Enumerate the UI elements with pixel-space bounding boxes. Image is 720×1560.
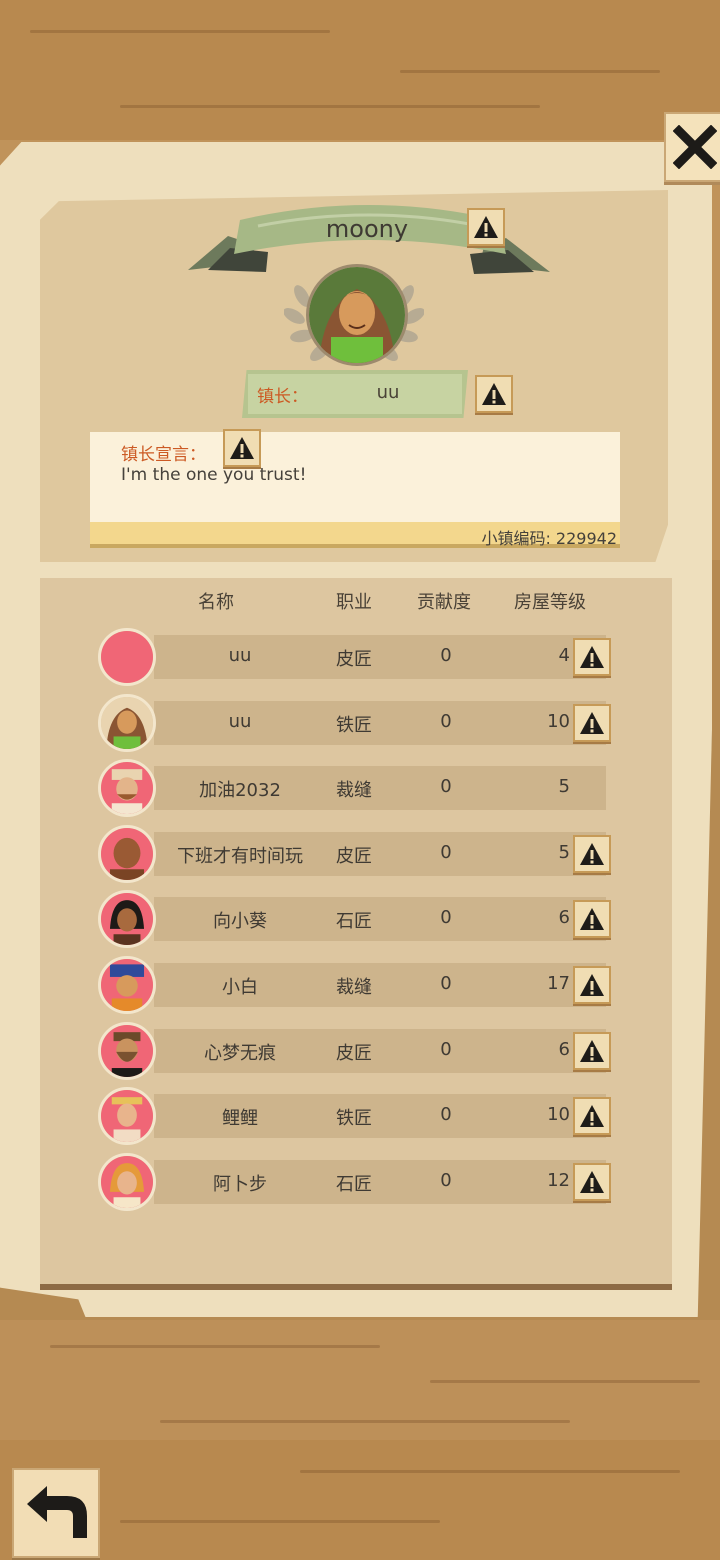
warning-icon — [580, 843, 604, 865]
close-icon — [673, 125, 717, 169]
warning-icon — [580, 1171, 604, 1193]
member-name: 鲤鲤 — [222, 1108, 258, 1129]
member-avatar[interactable] — [98, 759, 156, 817]
manifesto-text: I'm the one you trust! — [121, 465, 307, 485]
cap-man-icon — [101, 762, 153, 814]
report-member-button[interactable] — [573, 1097, 611, 1135]
member-house-level: 5 — [558, 842, 570, 863]
member-contribution: 0 — [440, 842, 452, 863]
member-avatar[interactable] — [98, 890, 156, 948]
warning-icon — [474, 216, 498, 238]
close-button[interactable] — [664, 112, 720, 182]
member-avatar[interactable] — [98, 1022, 156, 1080]
bearded-man-icon — [101, 1025, 153, 1077]
mayor-avatar — [306, 264, 408, 366]
member-contribution: 0 — [440, 1039, 452, 1060]
member-job: 裁缝 — [336, 780, 372, 801]
member-house-level: 4 — [558, 645, 570, 666]
report-member-button[interactable] — [573, 1032, 611, 1070]
warning-icon — [482, 383, 506, 405]
member-contribution: 0 — [440, 645, 452, 666]
member-name: uu — [228, 711, 252, 732]
member-job: 皮匠 — [336, 649, 372, 670]
report-member-button[interactable] — [573, 638, 611, 676]
member-job: 铁匠 — [336, 715, 372, 736]
member-name: 下班才有时间玩 — [177, 846, 303, 867]
warning-icon — [580, 1105, 604, 1127]
member-house-level: 6 — [558, 907, 570, 928]
member-avatar[interactable] — [98, 694, 156, 752]
member-name: 向小葵 — [213, 911, 267, 932]
curly-hair-woman-icon — [101, 697, 153, 749]
member-house-level: 12 — [547, 1170, 570, 1191]
mayor-name: uu — [376, 382, 400, 403]
report-member-button[interactable] — [573, 1163, 611, 1201]
member-name: uu — [228, 645, 252, 666]
report-mayor-button[interactable] — [475, 375, 513, 413]
member-name: 阿卜步 — [213, 1174, 267, 1195]
member-avatar[interactable] — [98, 628, 156, 686]
column-header-job: 职业 — [336, 592, 372, 613]
column-header-house-level: 房屋等级 — [514, 592, 586, 613]
town-code: 小镇编码: 229942 — [481, 529, 617, 548]
warning-icon — [580, 1040, 604, 1062]
report-member-button[interactable] — [573, 900, 611, 938]
column-header-contribution: 贡献度 — [417, 592, 471, 613]
warning-icon — [580, 646, 604, 668]
member-house-level: 5 — [558, 776, 570, 797]
member-name: 小白 — [222, 977, 258, 998]
member-job: 皮匠 — [336, 846, 372, 867]
report-member-button[interactable] — [573, 966, 611, 1004]
orange-hair-girl-icon — [101, 1156, 153, 1208]
member-job: 皮匠 — [336, 1043, 372, 1064]
member-job: 石匠 — [336, 1174, 372, 1195]
town-name: moony — [325, 215, 409, 243]
member-contribution: 0 — [440, 1170, 452, 1191]
member-contribution: 0 — [440, 907, 452, 928]
blue-hat-man-icon — [101, 959, 153, 1011]
column-header-name: 名称 — [198, 592, 234, 613]
member-job: 石匠 — [336, 911, 372, 932]
report-manifesto-button[interactable] — [223, 429, 261, 467]
bald-man-icon — [101, 828, 153, 880]
member-contribution: 0 — [440, 711, 452, 732]
member-avatar[interactable] — [98, 825, 156, 883]
report-town-name-button[interactable] — [467, 208, 505, 246]
member-contribution: 0 — [440, 776, 452, 797]
headband-woman-icon — [101, 1090, 153, 1142]
member-avatar[interactable] — [98, 1153, 156, 1211]
back-button[interactable] — [12, 1468, 100, 1558]
back-arrow-icon — [27, 1486, 87, 1538]
member-name: 心梦无痕 — [204, 1043, 276, 1064]
report-member-button[interactable] — [573, 704, 611, 742]
mayor-portrait-icon — [309, 267, 405, 363]
member-contribution: 0 — [440, 1104, 452, 1125]
warning-icon — [580, 712, 604, 734]
member-job: 裁缝 — [336, 977, 372, 998]
warning-icon — [580, 974, 604, 996]
member-house-level: 6 — [558, 1039, 570, 1060]
panel-divider — [40, 1284, 672, 1290]
warning-icon — [580, 908, 604, 930]
member-contribution: 0 — [440, 973, 452, 994]
member-name: 加油2032 — [199, 780, 281, 801]
member-house-level: 17 — [547, 973, 570, 994]
member-house-level: 10 — [547, 711, 570, 732]
member-house-level: 10 — [547, 1104, 570, 1125]
pink-circle-icon — [101, 631, 153, 683]
member-avatar[interactable] — [98, 956, 156, 1014]
warning-icon — [230, 437, 254, 459]
member-avatar[interactable] — [98, 1087, 156, 1145]
manifesto-label: 镇长宣言： — [121, 445, 206, 465]
report-member-button[interactable] — [573, 835, 611, 873]
mayor-label: 镇长： — [257, 387, 308, 407]
dark-hair-woman-icon — [101, 893, 153, 945]
member-job: 铁匠 — [336, 1108, 372, 1129]
